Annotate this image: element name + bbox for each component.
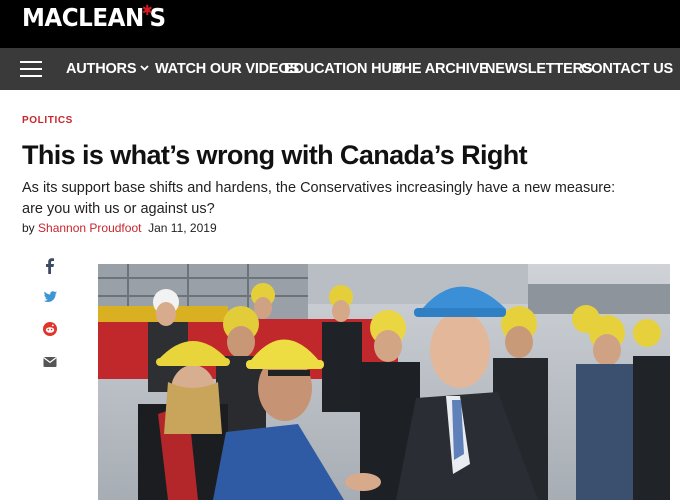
nav-newsletters[interactable]: NEWSLETTERS bbox=[485, 48, 593, 90]
author-link[interactable]: Shannon Proudfoot bbox=[38, 221, 141, 235]
menu-icon[interactable] bbox=[20, 61, 42, 77]
facebook-icon[interactable] bbox=[40, 256, 60, 276]
article-dek: As its support base shifts and hardens, … bbox=[22, 180, 616, 217]
top-bar: MACLEAN✱S bbox=[0, 0, 680, 48]
main-nav: AUTHORS WATCH OUR VIDEOS EDUCATION HUB T… bbox=[0, 48, 680, 90]
maple-leaf-icon: ✱ bbox=[141, 3, 153, 19]
email-icon[interactable] bbox=[40, 352, 60, 372]
chevron-down-icon bbox=[140, 65, 149, 71]
nav-watch-our-videos[interactable]: WATCH OUR VIDEOS bbox=[155, 48, 299, 90]
macleans-logo[interactable]: MACLEAN✱S bbox=[22, 2, 166, 38]
article-photo bbox=[98, 264, 670, 500]
nav-authors[interactable]: AUTHORS bbox=[66, 48, 149, 90]
twitter-icon[interactable] bbox=[40, 287, 60, 307]
section-label[interactable]: POLITICS bbox=[22, 115, 73, 126]
nav-contact-us[interactable]: CONTACT US bbox=[581, 48, 673, 90]
byline: by Shannon Proudfoot Jan 11, 2019 bbox=[22, 221, 217, 235]
nav-the-archive[interactable]: THE ARCHIVE bbox=[393, 48, 489, 90]
nav-authors-label: AUTHORS bbox=[66, 61, 137, 77]
logo-text: MACLEAN bbox=[22, 3, 144, 32]
nav-education-hub[interactable]: EDUCATION HUB bbox=[284, 48, 402, 90]
photo-illustration bbox=[98, 264, 670, 500]
publish-date: Jan 11, 2019 bbox=[148, 221, 217, 235]
article-headline: This is what’s wrong with Canada’s Right bbox=[22, 140, 528, 170]
byline-prefix: by bbox=[22, 221, 35, 235]
reddit-icon[interactable] bbox=[40, 319, 60, 339]
